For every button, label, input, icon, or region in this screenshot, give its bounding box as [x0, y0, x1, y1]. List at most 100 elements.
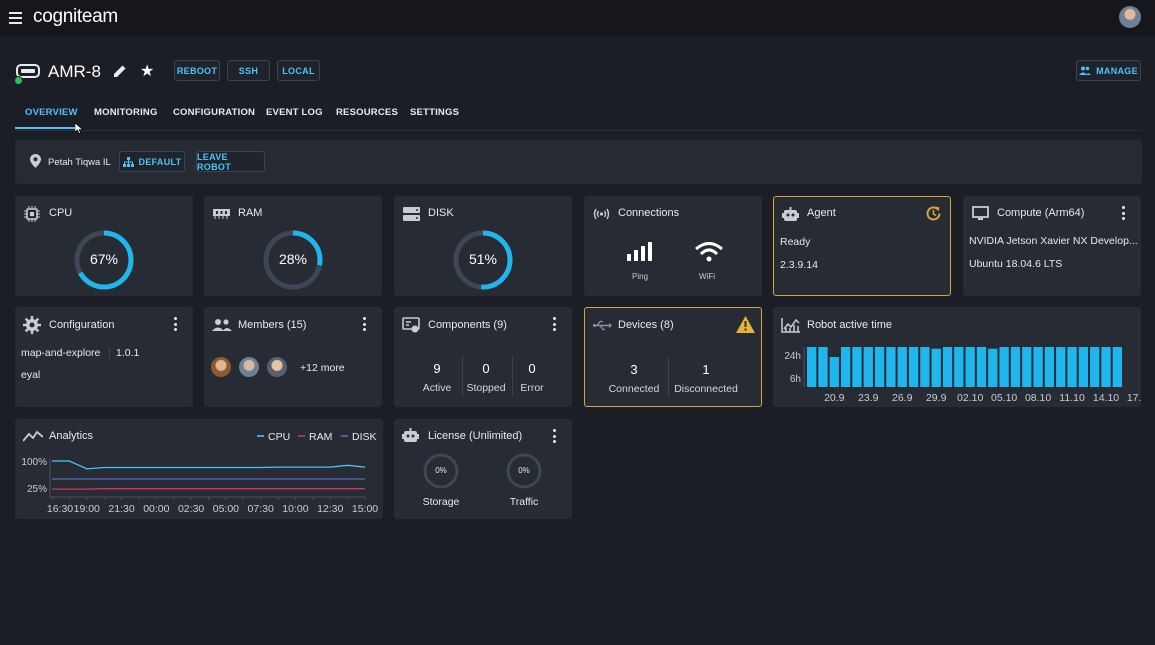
- manage-label: MANAGE: [1096, 65, 1138, 76]
- x-tick-label: 21:30: [108, 503, 134, 515]
- devices-divider: [668, 357, 669, 397]
- map-default-button[interactable]: DEFAULT: [119, 151, 185, 172]
- legend-label: CPU: [268, 431, 290, 443]
- gear-icon: [23, 316, 41, 334]
- active-time-bar: [886, 347, 896, 387]
- components-card: Components (9) 9 Active 0 Stopped 0 Erro…: [394, 307, 572, 407]
- agent-version: 2.3.9.14: [780, 259, 818, 271]
- menu-icon[interactable]: [9, 12, 22, 24]
- active-time-bar: [965, 347, 975, 387]
- tabs-divider: [15, 130, 1142, 131]
- configuration-more-icon[interactable]: [174, 317, 178, 334]
- manage-button[interactable]: MANAGE: [1076, 60, 1141, 81]
- x-tick-label: 17.10: [1127, 392, 1141, 404]
- compute-title: Compute (Arm64): [997, 207, 1085, 219]
- components-title: Components (9): [428, 319, 507, 331]
- edit-icon[interactable]: [112, 63, 128, 79]
- active-time-bar: [852, 347, 862, 387]
- x-tick-label: 15:00: [352, 503, 378, 515]
- active-tab-indicator: [15, 127, 75, 129]
- series-line-cpu: [52, 460, 366, 470]
- user-avatar[interactable]: [1119, 6, 1141, 28]
- connections-card: Connections Ping WiFi: [584, 196, 762, 296]
- member-avatar[interactable]: [266, 356, 288, 378]
- warning-icon[interactable]: [736, 316, 755, 333]
- agent-title: Agent: [807, 207, 836, 219]
- disk-card: DISK 51%: [394, 196, 572, 296]
- compute-more-icon[interactable]: [1122, 206, 1126, 223]
- cursor-icon: [75, 123, 84, 134]
- active-time-bar: [920, 347, 930, 387]
- chart-icon: [781, 318, 800, 333]
- x-tick-label: 23.9: [858, 392, 879, 404]
- star-icon[interactable]: ★: [140, 61, 154, 81]
- x-tick-label: 14.10: [1093, 392, 1119, 404]
- robot-head-icon: [402, 428, 419, 442]
- active-time-bar: [1056, 347, 1066, 387]
- active-time-bar: [1022, 347, 1032, 387]
- member-avatar[interactable]: [238, 356, 260, 378]
- configuration-card: Configuration map-and-explore 1.0.1 eyal: [15, 307, 193, 407]
- x-tick-label: 16:30: [47, 503, 73, 515]
- tab-event-log[interactable]: EVENT LOG: [266, 107, 323, 118]
- tab-resources[interactable]: RESOURCES: [336, 107, 398, 118]
- x-tick-label: 07:30: [248, 503, 274, 515]
- leave-robot-button[interactable]: LEAVE ROBOT: [196, 151, 265, 172]
- active-time-bar: [931, 348, 941, 387]
- tab-overview[interactable]: OVERVIEW: [25, 107, 78, 118]
- map-default-label: DEFAULT: [138, 156, 182, 167]
- compute-os: Ubuntu 18.04.6 LTS: [969, 258, 1063, 270]
- configuration-owner: eyal: [21, 369, 41, 381]
- components-error-count: 0: [528, 361, 536, 376]
- configuration-version: 1.0.1: [116, 347, 140, 359]
- broadcast-icon: [593, 208, 610, 220]
- monitor-icon: [972, 206, 989, 220]
- config-divider: [109, 347, 110, 359]
- cpu-icon: [24, 206, 40, 222]
- license-more-icon[interactable]: [553, 429, 557, 446]
- active-time-bar: [954, 347, 964, 387]
- storage-label: Storage: [422, 496, 460, 508]
- ram-card: RAM 28%: [204, 196, 382, 296]
- active-time-bar: [840, 347, 851, 387]
- app-logo[interactable]: cogniteam: [33, 6, 118, 28]
- active-time-bar: [976, 347, 987, 387]
- active-time-bar: [818, 347, 828, 387]
- legend-label: DISK: [352, 431, 377, 443]
- tab-configuration[interactable]: CONFIGURATION: [173, 107, 255, 118]
- active-time-bar: [988, 348, 998, 387]
- wifi-icon: [695, 242, 723, 262]
- active-time-bar: [1010, 347, 1021, 387]
- active-time-bar: [1101, 347, 1111, 387]
- members-more-icon[interactable]: [363, 317, 367, 334]
- disk-title: DISK: [428, 207, 454, 219]
- active-time-bar: [829, 357, 839, 387]
- update-icon[interactable]: [925, 205, 942, 222]
- active-time-bar: [1078, 347, 1089, 387]
- reboot-button[interactable]: REBOOT: [174, 60, 220, 81]
- x-tick-label: 20.9: [824, 392, 845, 404]
- members-card: Members (15) +12 more: [204, 307, 382, 407]
- active-time-bar: [908, 347, 919, 387]
- wifi-label: WiFi: [699, 272, 715, 281]
- license-card: License (Unlimited) 0% Storage 0% Traffi…: [394, 419, 572, 519]
- members-more-count[interactable]: +12 more: [300, 362, 345, 374]
- local-button[interactable]: LOCAL: [277, 60, 320, 81]
- cpu-title: CPU: [49, 207, 73, 219]
- member-avatar[interactable]: [210, 356, 232, 378]
- active-time-bar: [1044, 347, 1055, 387]
- x-tick-label: 05.10: [991, 392, 1017, 404]
- usb-icon: [593, 320, 612, 331]
- tab-monitoring[interactable]: MONITORING: [94, 107, 158, 118]
- components-active-count: 9: [433, 361, 441, 376]
- active-time-bar: [1112, 347, 1122, 387]
- components-more-icon[interactable]: [553, 317, 557, 334]
- ssh-button[interactable]: SSH: [227, 60, 270, 81]
- active-time-bar: [807, 347, 817, 387]
- active-time-card: Robot active time 24h 6h 20.9 23.9 26.9 29.9 0…: [773, 307, 1141, 407]
- y-tick-label: 6h: [790, 374, 801, 385]
- trend-icon: [23, 430, 43, 442]
- tab-settings[interactable]: SETTINGS: [410, 107, 459, 118]
- agent-card: Agent Ready 2.3.9.14: [773, 196, 951, 296]
- active-time-chart: 24h 6h 20.9 23.9 26.9 29.9 02.10 05.10 08.10 11.1…: [784, 347, 1141, 404]
